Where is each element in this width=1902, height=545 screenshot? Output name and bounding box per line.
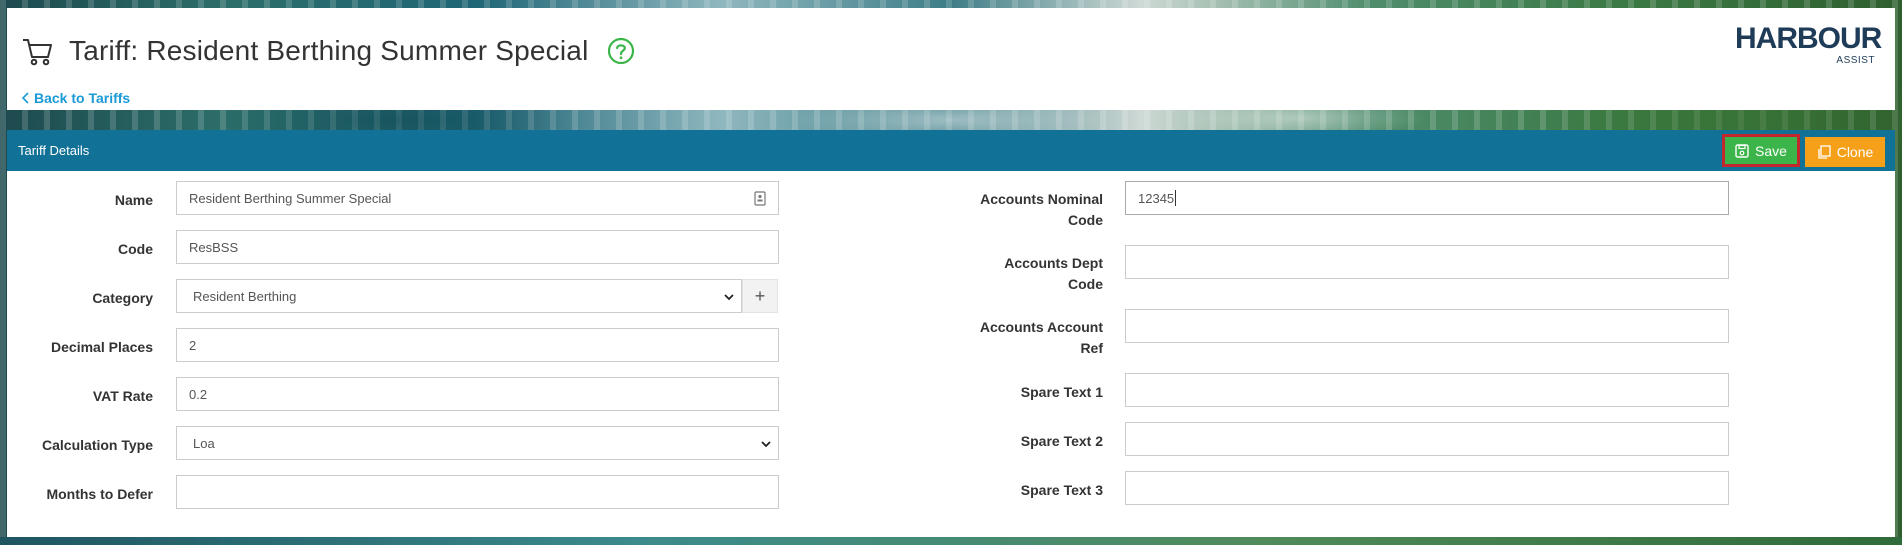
save-icon: [1735, 143, 1749, 158]
accounts-nominal-code-label-line1: Accounts Nominal: [980, 191, 1103, 207]
spare-text-3-label: Spare Text 3: [1020, 482, 1103, 498]
decimal-places-input[interactable]: 2: [176, 328, 779, 362]
vat-rate-value: 0.2: [189, 386, 208, 402]
months-to-defer-label: Months to Defer: [46, 486, 153, 502]
page-header: Tariff: Resident Berthing Summer Special…: [7, 8, 1895, 110]
clone-button[interactable]: Clone: [1805, 137, 1885, 167]
vat-rate-input[interactable]: 0.2: [176, 377, 779, 411]
background-strip: [0, 537, 1902, 545]
months-to-defer-input[interactable]: [176, 475, 779, 509]
calculation-type-value: Loa: [193, 435, 215, 451]
save-button[interactable]: Save: [1722, 134, 1800, 167]
help-icon[interactable]: [607, 37, 635, 65]
accounts-account-ref-label: Accounts Account Ref: [907, 317, 1103, 359]
back-link-label: Back to Tariffs: [34, 90, 131, 106]
accounts-account-ref-label-line2: Ref: [1080, 340, 1103, 356]
accounts-account-ref-input[interactable]: [1125, 309, 1729, 343]
calculation-type-select[interactable]: Loa: [176, 426, 779, 460]
spare-text-3-input[interactable]: [1125, 471, 1729, 505]
decimal-places-label: Decimal Places: [51, 339, 153, 355]
logo-sub-text: ASSIST: [1836, 55, 1875, 66]
name-input[interactable]: Resident Berthing Summer Special: [176, 181, 779, 215]
name-value: Resident Berthing Summer Special: [189, 190, 392, 206]
decimal-places-value: 2: [189, 337, 197, 353]
spare-text-2-input[interactable]: [1125, 422, 1729, 456]
harbour-assist-logo: HARBOUR ASSIST: [1735, 22, 1882, 68]
category-value: Resident Berthing: [193, 288, 297, 304]
plus-icon: +: [754, 285, 766, 306]
spare-text-2-label: Spare Text 2: [1020, 433, 1103, 449]
chevron-down-icon: [724, 294, 734, 301]
title-row: Tariff: Resident Berthing Summer Special: [21, 34, 635, 68]
accounts-nominal-code-input[interactable]: 12345: [1125, 181, 1729, 215]
panel-header: Tariff Details Save Clone: [7, 130, 1895, 171]
save-label: Save: [1755, 142, 1787, 159]
accounts-nominal-code-value: 12345: [1138, 190, 1175, 206]
spare-text-1-input[interactable]: [1125, 373, 1729, 407]
accounts-dept-code-label-line2: Code: [1068, 276, 1103, 292]
chevron-left-icon: [21, 92, 29, 104]
category-select[interactable]: Resident Berthing: [176, 279, 742, 313]
vat-rate-label: VAT Rate: [92, 388, 153, 404]
accounts-nominal-code-label-line2: Code: [1068, 212, 1103, 228]
chevron-down-icon: [761, 441, 771, 448]
spare-text-1-label: Spare Text 1: [1020, 384, 1103, 400]
back-to-tariffs-link[interactable]: Back to Tariffs: [21, 90, 130, 106]
code-input[interactable]: ResBSS: [176, 230, 779, 264]
logo-main-text: HARBOUR: [1735, 22, 1882, 55]
add-category-button[interactable]: +: [742, 279, 778, 313]
accounts-nominal-code-label: Accounts Nominal Code: [907, 189, 1103, 231]
cart-icon: [23, 39, 52, 66]
clone-icon: [1818, 145, 1831, 159]
tariff-details-panel: Tariff Details Save Clone Name Resident …: [7, 130, 1895, 537]
accounts-account-ref-label-line1: Accounts Account: [979, 319, 1103, 335]
code-label: Code: [118, 241, 153, 257]
calculation-type-label: Calculation Type: [42, 437, 153, 453]
accounts-dept-code-label: Accounts Dept Code: [907, 253, 1103, 295]
contact-card-icon[interactable]: [754, 191, 766, 206]
accounts-dept-code-input[interactable]: [1125, 245, 1729, 279]
page-title: Tariff: Resident Berthing Summer Special: [69, 35, 589, 66]
name-label: Name: [114, 192, 153, 208]
code-value: ResBSS: [189, 239, 239, 255]
panel-title: Tariff Details: [18, 143, 90, 158]
category-label: Category: [92, 290, 153, 306]
text-cursor: [1175, 190, 1177, 206]
accounts-dept-code-label-line1: Accounts Dept: [1004, 255, 1103, 271]
clone-label: Clone: [1836, 144, 1874, 160]
